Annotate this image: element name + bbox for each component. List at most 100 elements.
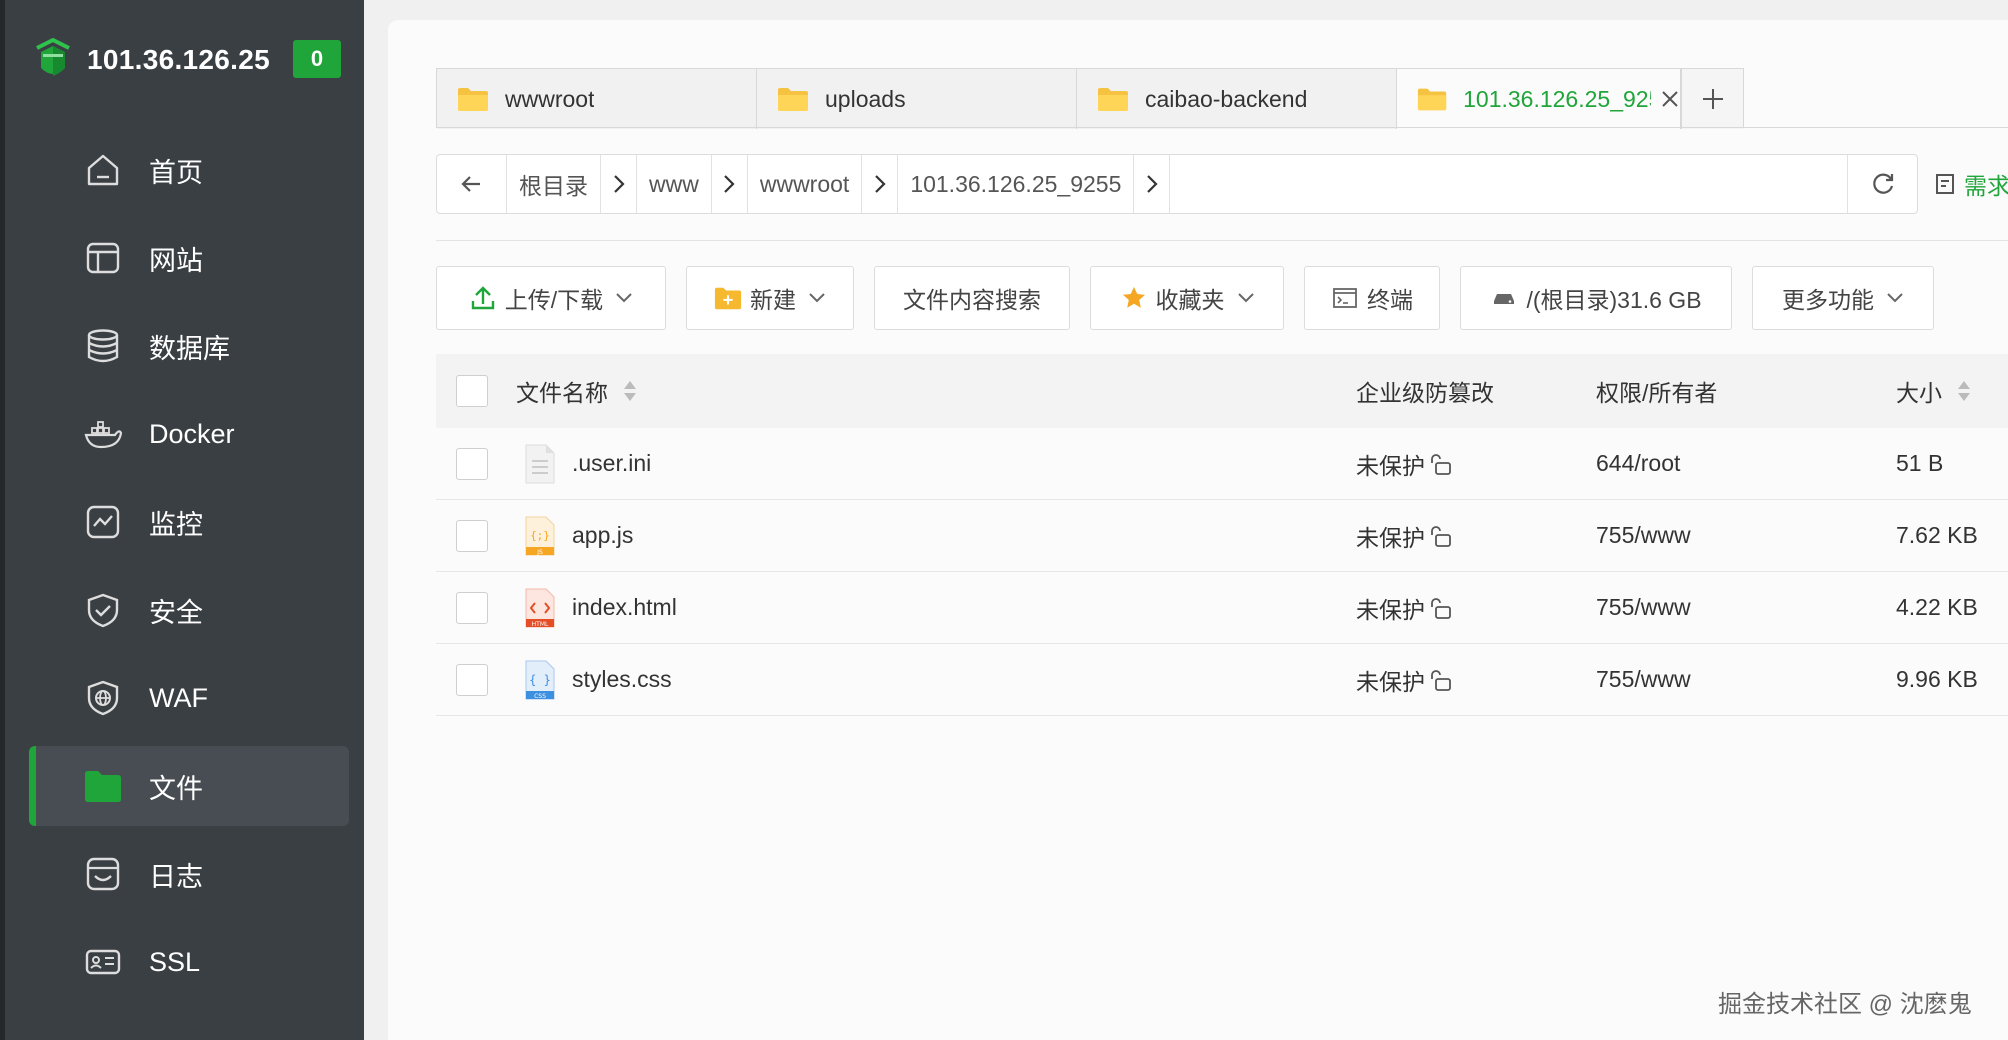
back-button[interactable]	[437, 155, 507, 213]
home-icon	[83, 150, 123, 190]
unlock-icon[interactable]	[1429, 452, 1453, 476]
new-button[interactable]: 新建	[686, 266, 854, 330]
table-row[interactable]: .user.ini 未保护 644/root 51 B	[436, 428, 2008, 500]
sidebar-item-website[interactable]: 网站	[29, 218, 349, 298]
sort-icon[interactable]	[622, 378, 638, 404]
waf-icon	[83, 678, 123, 718]
file-name-cell[interactable]: .user.ini	[524, 443, 651, 485]
row-checkbox[interactable]	[456, 663, 488, 696]
website-icon	[83, 238, 123, 278]
favorites-button[interactable]: 收藏夹	[1090, 266, 1284, 330]
main-panel: wwwroot uploads caibao-backend 101.36.12…	[388, 20, 2008, 1040]
tab-wwwroot[interactable]: wwwroot	[437, 69, 757, 129]
upload-icon	[469, 284, 497, 312]
shield-icon	[83, 590, 123, 630]
row-checkbox[interactable]	[456, 519, 488, 552]
sidebar-item-label: 数据库	[149, 333, 230, 364]
new-folder-icon	[714, 284, 742, 312]
more-functions-label: 更多功能	[1782, 287, 1874, 313]
chevron-right-icon[interactable]	[600, 155, 636, 213]
permission-cell[interactable]: 755/www	[1596, 522, 1691, 549]
svg-text:JS: JS	[536, 549, 543, 556]
sidebar-item-ssl[interactable]: SSL	[29, 922, 349, 1002]
refresh-icon	[1872, 173, 1893, 194]
file-name-cell[interactable]: JS {;} app.js	[524, 515, 633, 557]
sidebar-item-label: 监控	[149, 509, 203, 540]
edit-icon	[1936, 174, 1954, 194]
terminal-button[interactable]: 终端	[1304, 266, 1440, 330]
tab-uploads[interactable]: uploads	[757, 69, 1077, 129]
sidebar-item-security[interactable]: 安全	[29, 570, 349, 650]
close-icon[interactable]	[1659, 88, 1680, 110]
css-file-icon: CSS { }	[525, 660, 555, 700]
row-checkbox[interactable]	[456, 447, 488, 480]
breadcrumb-wwwroot[interactable]: wwwroot	[748, 155, 899, 213]
sidebar-item-home[interactable]: 首页	[29, 130, 349, 210]
unlock-icon[interactable]	[1429, 596, 1453, 620]
breadcrumb-www[interactable]: www	[637, 155, 748, 213]
permission-cell[interactable]: 644/root	[1596, 450, 1680, 477]
protection-status: 未保护	[1356, 452, 1425, 479]
sidebar-item-monitor[interactable]: 监控	[29, 482, 349, 562]
protection-status: 未保护	[1356, 668, 1425, 695]
notification-badge[interactable]: 0	[293, 40, 341, 78]
refresh-button[interactable]	[1847, 155, 1917, 213]
column-header-permission: 权限/所有者	[1596, 380, 1718, 406]
monitor-icon	[83, 502, 123, 542]
select-all-checkbox[interactable]	[456, 375, 488, 407]
tab-caibao-backend[interactable]: caibao-backend	[1077, 69, 1397, 129]
sidebar-item-logs[interactable]: 日志	[29, 834, 349, 914]
sidebar-nav: 首页 网站 数据库 Docker 监控 安全 WAF 文件 日志 SSL	[29, 130, 349, 1010]
chevron-down-icon	[1886, 289, 1904, 307]
content-search-button[interactable]: 文件内容搜索	[874, 266, 1070, 330]
chevron-down-icon	[615, 289, 633, 307]
file-name: index.html	[572, 594, 677, 620]
disk-label: /(根目录)31.6 GB	[1526, 287, 1702, 313]
sidebar-item-docker[interactable]: Docker	[29, 394, 349, 474]
chevron-right-icon[interactable]	[861, 155, 897, 213]
table-row[interactable]: HTML index.html 未保护 755/www 4.22 KB	[436, 572, 2008, 644]
breadcrumb-label: 101.36.126.25_9255	[910, 170, 1122, 197]
row-checkbox[interactable]	[456, 591, 488, 624]
terminal-icon	[1331, 284, 1359, 312]
unlock-icon[interactable]	[1429, 668, 1453, 692]
database-icon	[83, 326, 123, 366]
feedback-link[interactable]: 需求	[1934, 168, 2008, 200]
column-header-size[interactable]: 大小	[1896, 374, 1972, 408]
table-row[interactable]: CSS { } styles.css 未保护 755/www 9.96 KB	[436, 644, 2008, 716]
chevron-right-icon[interactable]	[710, 155, 747, 213]
sidebar: 101.36.126.25 0 首页 网站 数据库 Docker 监控 安全 W…	[0, 0, 364, 1040]
folder-icon	[1098, 88, 1128, 111]
table-header: 文件名称 企业级防篡改 权限/所有者 大小	[436, 354, 2008, 428]
breadcrumb-current[interactable]: 101.36.126.25_9255	[898, 155, 1171, 213]
breadcrumb-root[interactable]: 根目录	[507, 155, 637, 213]
add-tab-button[interactable]	[1681, 69, 1743, 129]
chevron-right-icon[interactable]	[1133, 155, 1169, 213]
file-name-cell[interactable]: CSS { } styles.css	[524, 659, 672, 701]
table-row[interactable]: JS {;} app.js 未保护 755/www 7.62 KB	[436, 500, 2008, 572]
file-name-cell[interactable]: HTML index.html	[524, 587, 677, 629]
docker-icon	[83, 414, 123, 454]
size-cell: 4.22 KB	[1896, 594, 1978, 620]
sidebar-item-waf[interactable]: WAF	[29, 658, 349, 738]
protection-status: 未保护	[1356, 596, 1425, 623]
tab-current-folder[interactable]: 101.36.126.25_9255	[1397, 69, 1681, 129]
sidebar-item-files[interactable]: 文件	[29, 746, 349, 826]
unlock-icon[interactable]	[1429, 524, 1453, 548]
breadcrumb-label: wwwroot	[759, 170, 850, 197]
sidebar-item-label: 安全	[149, 597, 203, 628]
column-header-size-label: 大小	[1896, 380, 1942, 406]
size-cell: 7.62 KB	[1896, 522, 1978, 548]
disk-button[interactable]: /(根目录)31.6 GB	[1460, 266, 1732, 330]
sidebar-item-label: 网站	[149, 245, 203, 276]
path-input-area[interactable]	[1170, 155, 1847, 213]
permission-cell[interactable]: 755/www	[1596, 666, 1691, 693]
sort-icon[interactable]	[1956, 378, 1972, 404]
upload-download-button[interactable]: 上传/下载	[436, 266, 666, 330]
arrow-left-icon	[460, 176, 480, 192]
column-header-name[interactable]: 文件名称	[516, 374, 638, 408]
sidebar-item-database[interactable]: 数据库	[29, 306, 349, 386]
more-functions-button[interactable]: 更多功能	[1752, 266, 1934, 330]
permission-cell[interactable]: 755/www	[1596, 594, 1691, 621]
sidebar-item-label: Docker	[149, 418, 235, 449]
